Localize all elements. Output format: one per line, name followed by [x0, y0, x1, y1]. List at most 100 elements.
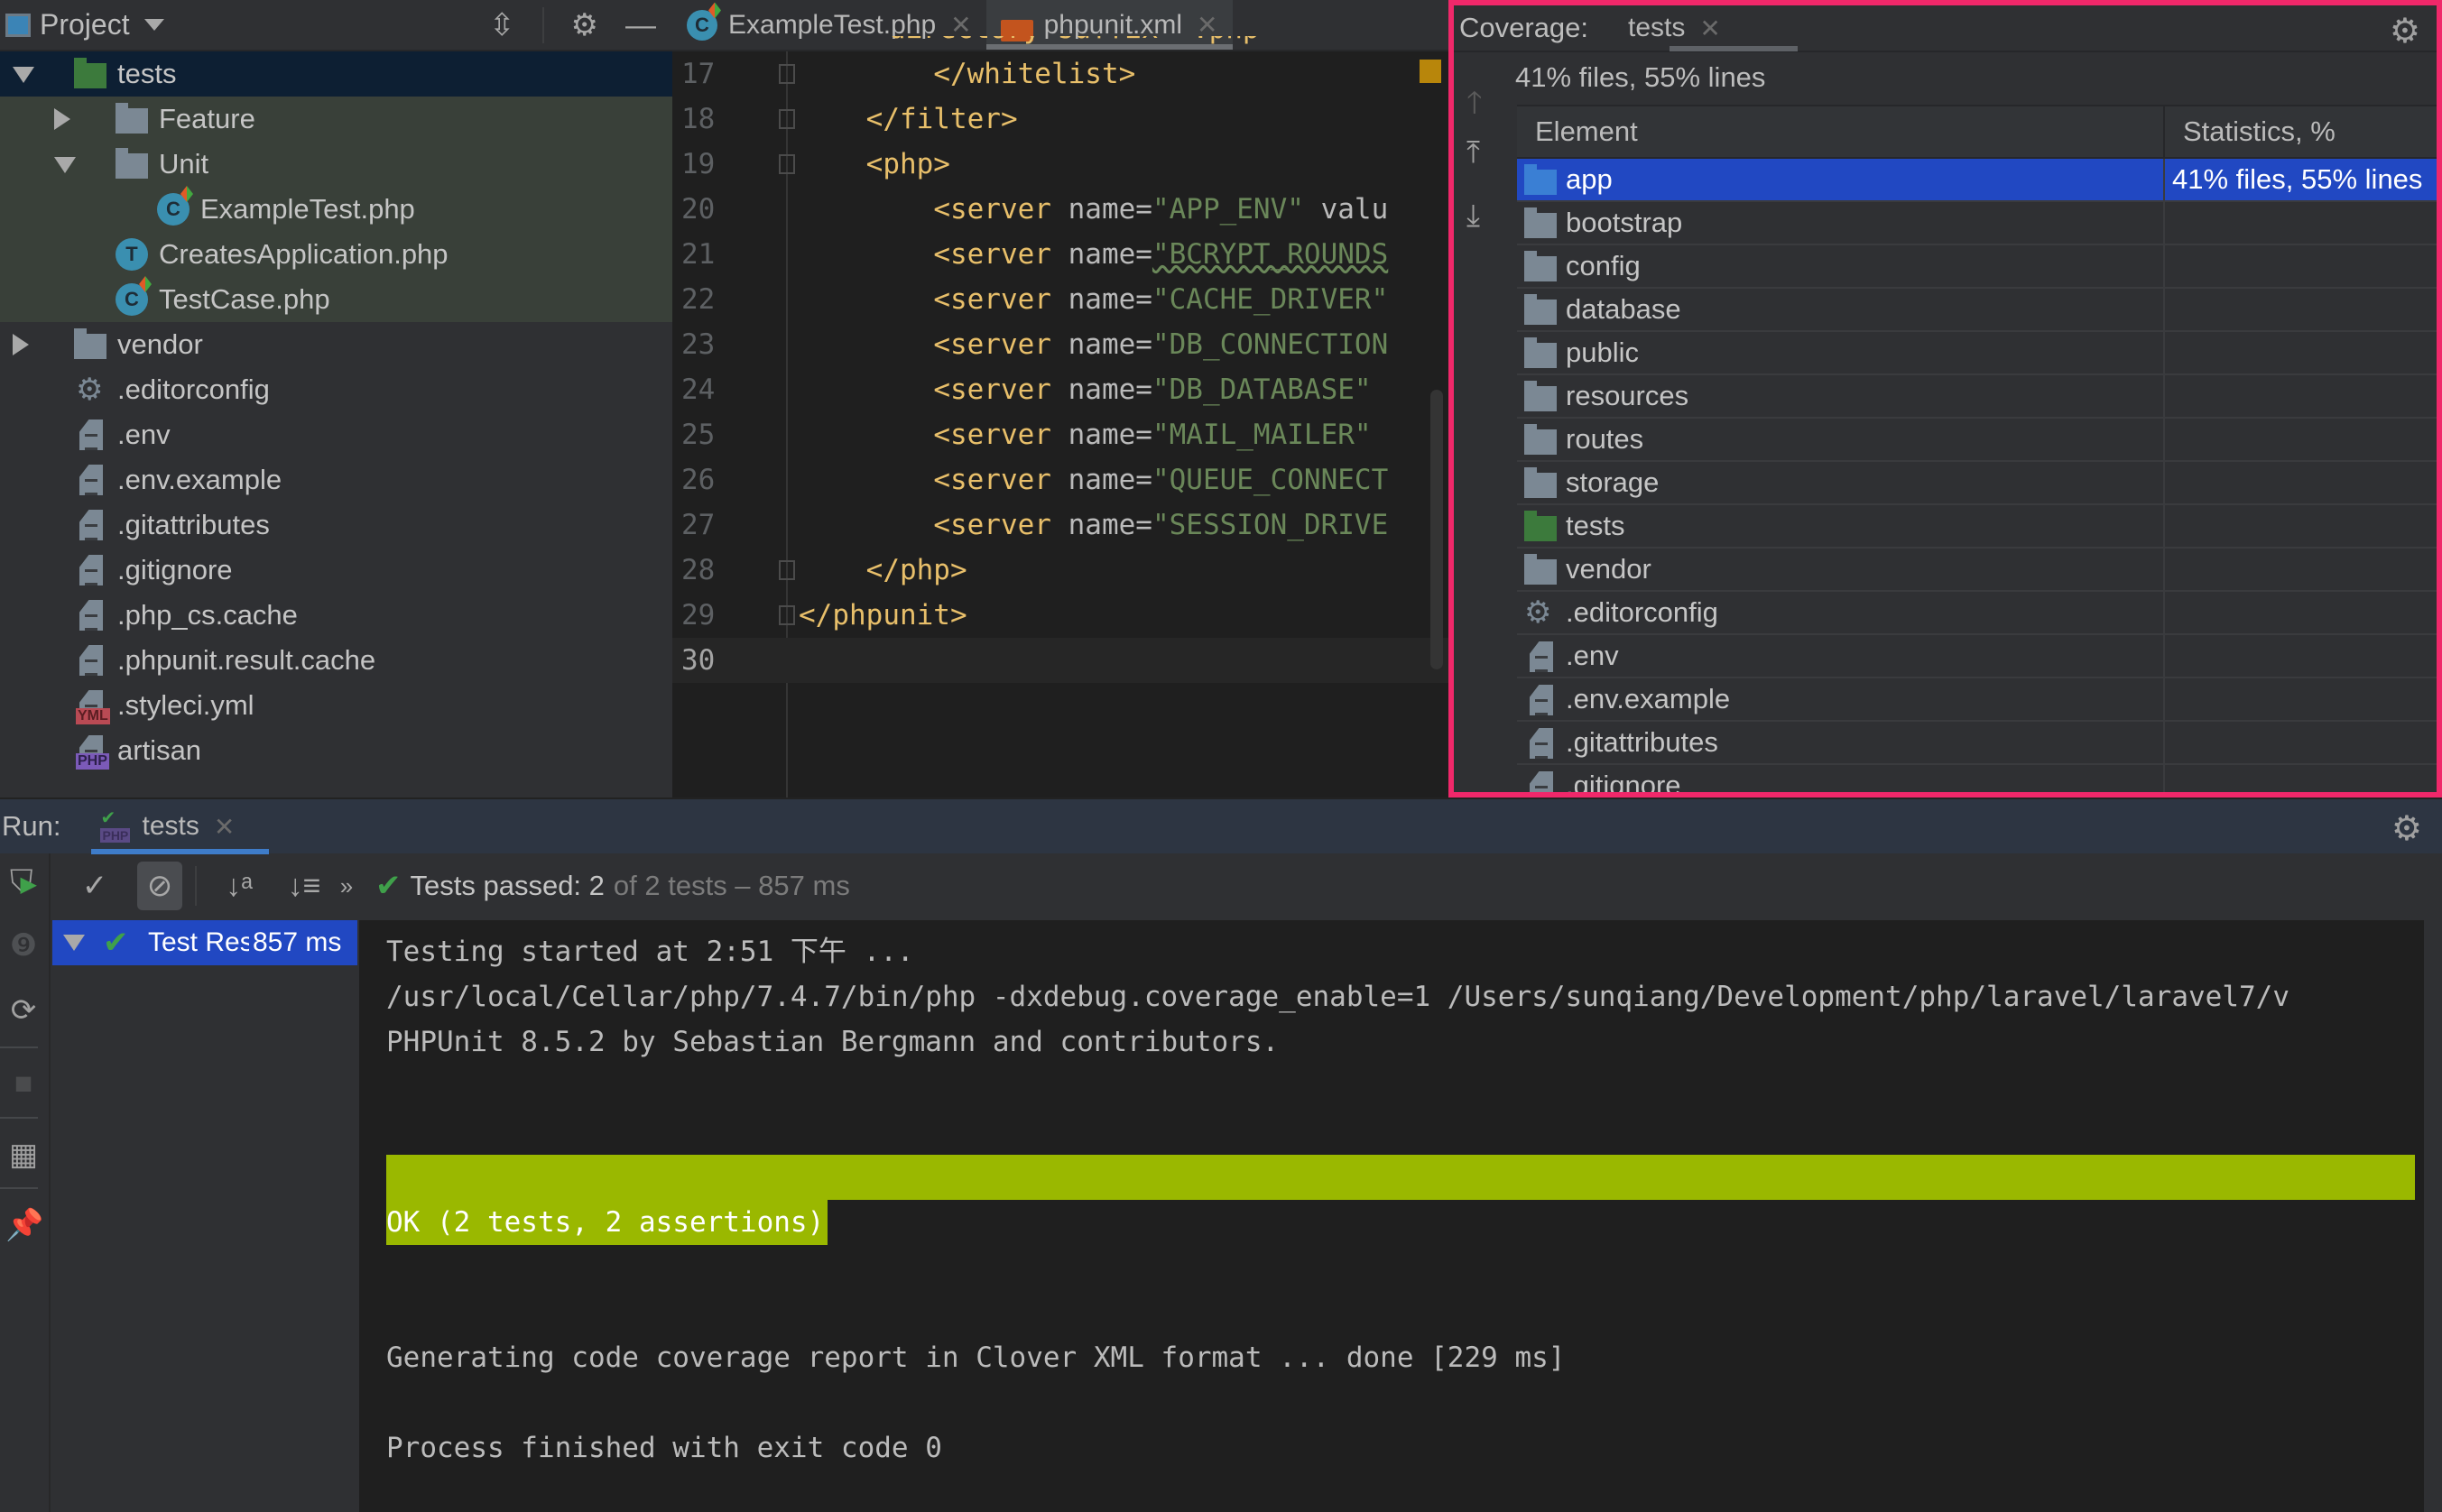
- coverage-element-name: config: [1566, 250, 1641, 281]
- expand-arrow-icon[interactable]: [63, 935, 85, 951]
- show-ignored-icon[interactable]: ⊘: [137, 862, 182, 910]
- warning-marker[interactable]: [1420, 60, 1441, 83]
- folder-icon: [1524, 554, 1557, 585]
- code-line[interactable]: 22 <server name="CACHE_DRIVER": [672, 277, 1448, 322]
- coverage-row[interactable]: .env.example: [1517, 678, 2437, 722]
- coverage-row[interactable]: app 41% files, 55% lines: [1517, 159, 2437, 202]
- layout-icon[interactable]: ▦: [5, 1137, 42, 1173]
- collapse-arrow-icon[interactable]: [54, 108, 70, 130]
- gear-icon[interactable]: ⚙: [2391, 808, 2422, 849]
- coverage-row[interactable]: .gitattributes: [1517, 722, 2437, 765]
- pin-icon[interactable]: 📌: [5, 1207, 43, 1243]
- console-output[interactable]: OK (2 tests, 2 assertions) Testing start…: [359, 920, 2424, 1512]
- code-line[interactable]: 18 </filter>: [672, 97, 1448, 142]
- column-statistics[interactable]: Statistics, %: [2165, 115, 2336, 148]
- code-line[interactable]: 25 <server name="MAIL_MAILER": [672, 412, 1448, 457]
- fold-marker-icon[interactable]: [779, 64, 795, 84]
- sort-alphabetically-icon[interactable]: ↓ᵃ: [217, 869, 262, 904]
- tree-item[interactable]: .php_cs.cache: [0, 593, 672, 638]
- close-icon[interactable]: ✕: [1699, 14, 1720, 43]
- code-line[interactable]: 20 <server name="APP_ENV" valu: [672, 187, 1448, 232]
- tree-item[interactable]: PHP artisan: [0, 728, 672, 773]
- collapse-all-icon[interactable]: ⇳: [489, 10, 515, 41]
- go-up-icon[interactable]: 🡑: [1466, 81, 1483, 133]
- coverage-tab-tests[interactable]: tests ✕: [1588, 5, 1798, 51]
- run-with-coverage-icon[interactable]: ⛉▶: [5, 864, 42, 899]
- gear-icon[interactable]: ⚙: [2390, 11, 2420, 51]
- fold-marker-icon[interactable]: [779, 109, 795, 129]
- gear-icon[interactable]: ⚙: [571, 10, 598, 41]
- coverage-row[interactable]: vendor: [1517, 549, 2437, 592]
- tree-item[interactable]: .env.example: [0, 457, 672, 502]
- coverage-row[interactable]: resources: [1517, 375, 2437, 419]
- toggle-auto-test-icon[interactable]: ⟳: [5, 992, 42, 1028]
- code-line[interactable]: 19 <php>: [672, 142, 1448, 187]
- tree-item[interactable]: .gitattributes: [0, 502, 672, 548]
- sort-by-duration-icon[interactable]: ↓≡: [282, 869, 327, 904]
- fold-marker-icon[interactable]: [779, 154, 795, 174]
- coverage-row[interactable]: public: [1517, 332, 2437, 375]
- coverage-table-header: Element Statistics, %: [1517, 105, 2437, 159]
- tree-item[interactable]: C TestCase.php: [0, 276, 672, 322]
- code-line[interactable]: 21 <server name="BCRYPT_ROUNDS: [672, 232, 1448, 277]
- coverage-row[interactable]: .env: [1517, 635, 2437, 678]
- code-line[interactable]: 24 <server name="DB_DATABASE": [672, 367, 1448, 412]
- tree-item-label: ExampleTest.php: [200, 193, 415, 225]
- import-icon[interactable]: ⤓: [1466, 198, 1480, 234]
- export-icon[interactable]: ⤒: [1466, 135, 1480, 171]
- tree-item[interactable]: .env: [0, 412, 672, 457]
- coverage-row[interactable]: bootstrap: [1517, 202, 2437, 245]
- collapse-arrow-icon[interactable]: [13, 334, 29, 355]
- rerun-failed-icon[interactable]: ❾: [5, 927, 42, 963]
- tree-item[interactable]: C ExampleTest.php: [0, 186, 672, 232]
- tree-item[interactable]: .phpunit.result.cache: [0, 638, 672, 683]
- chevron-down-icon[interactable]: [143, 19, 164, 31]
- tree-item[interactable]: YML .styleci.yml: [0, 683, 672, 728]
- project-view-selector[interactable]: Project: [40, 8, 130, 41]
- editor-scrollbar[interactable]: [1430, 390, 1443, 669]
- line-number: 29: [681, 599, 716, 632]
- run-tab-tests[interactable]: ✔ PHP tests ✕: [91, 798, 270, 854]
- tree-item[interactable]: Feature: [0, 97, 672, 142]
- tree-item[interactable]: Unit: [0, 142, 672, 187]
- coverage-row[interactable]: config: [1517, 245, 2437, 289]
- coverage-row[interactable]: tests: [1517, 505, 2437, 549]
- coverage-row[interactable]: .gitignore: [1517, 765, 2437, 792]
- code-line[interactable]: 28 </php>: [672, 548, 1448, 593]
- fold-marker-icon[interactable]: [779, 605, 795, 625]
- expand-arrow-icon[interactable]: [54, 157, 76, 173]
- coverage-row[interactable]: ⚙ .editorconfig: [1517, 592, 2437, 635]
- editor[interactable]: C ExampleTest.php ✕ phpunit.xml ✕ direct…: [672, 0, 1448, 797]
- tree-item[interactable]: T CreatesApplication.php: [0, 232, 672, 277]
- run-toolbar: ✓ ⊘ ↓ᵃ ↓≡ » ✔ Tests passed: 2 of 2 tests…: [52, 853, 2442, 918]
- coverage-row[interactable]: routes: [1517, 419, 2437, 462]
- hide-panel-icon[interactable]: —: [625, 10, 656, 41]
- code-line[interactable]: 27 <server name="SESSION_DRIVE: [672, 502, 1448, 548]
- project-tree[interactable]: tests Feature Unit C ExampleTest.php T Creates…: [0, 51, 672, 773]
- expand-arrow-icon[interactable]: [13, 67, 34, 83]
- code-line[interactable]: 17 </whitelist>: [672, 51, 1448, 97]
- code-line[interactable]: 26 <server name="QUEUE_CONNECT: [672, 457, 1448, 502]
- divider: [0, 1117, 38, 1119]
- coverage-table[interactable]: Element Statistics, % app 41% files, 55% …: [1517, 105, 2437, 792]
- more-icon[interactable]: »: [336, 872, 357, 900]
- code-text: </php>: [865, 554, 967, 586]
- code-line[interactable]: 29 </phpunit>: [672, 593, 1448, 638]
- tree-item[interactable]: ⚙ .editorconfig: [0, 367, 672, 412]
- show-passed-icon[interactable]: ✓: [72, 868, 117, 904]
- test-results-tree[interactable]: ✔ Test Results 857 ms: [52, 920, 357, 1512]
- code-area[interactable]: 17 </whitelist> 18 </filter> 19 <php> 20 <s…: [672, 51, 1448, 683]
- stop-icon[interactable]: ■: [5, 1066, 42, 1102]
- fold-marker-icon[interactable]: [779, 560, 795, 580]
- code-line[interactable]: 23 <server name="DB_CONNECTION: [672, 322, 1448, 367]
- close-icon[interactable]: ✕: [214, 812, 235, 842]
- tree-item[interactable]: vendor: [0, 322, 672, 367]
- code-text: </whitelist>: [933, 58, 1136, 90]
- test-results-row[interactable]: ✔ Test Results 857 ms: [52, 920, 357, 965]
- coverage-row[interactable]: storage: [1517, 462, 2437, 505]
- coverage-row[interactable]: database: [1517, 289, 2437, 332]
- column-element[interactable]: Element: [1517, 106, 2165, 157]
- code-line[interactable]: 30: [672, 638, 1448, 683]
- tree-item[interactable]: .gitignore: [0, 548, 672, 593]
- tree-item[interactable]: tests: [0, 51, 672, 97]
